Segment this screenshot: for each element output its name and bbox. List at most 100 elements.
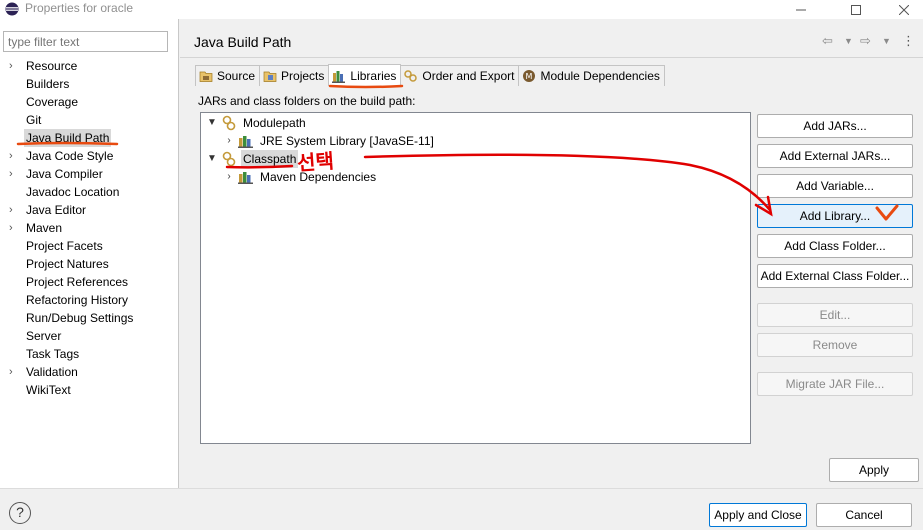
module-icon: M [523,70,536,82]
maximize-icon [851,4,861,15]
nav-item-label: Java Build Path [24,129,112,147]
nav-item[interactable]: Refactoring History [0,291,178,309]
collapsed-arrow-icon[interactable]: › [223,132,235,150]
nav-item-label: Project Facets [26,239,103,253]
window-title: Properties for oracle [25,1,134,15]
nav-item-label: Task Tags [26,347,80,361]
history-nav: ⇦ ▼ ⇨ ▼ ⋮ [822,33,922,51]
nav-item[interactable]: Javadoc Location [0,183,178,201]
tab-order-export[interactable]: Order and Export [400,65,520,86]
nav-item[interactable]: › Java Compiler [0,165,178,183]
nav-item-label: Coverage [26,95,79,109]
nav-item-label: Git [26,113,42,127]
svg-text:M: M [526,72,533,81]
nav-item-label: Java Editor [26,203,87,217]
collapsed-arrow-icon[interactable]: › [223,168,235,186]
tab-order-export-label: Order and Export [422,69,515,83]
library-icon [238,172,253,184]
preferences-nav-panel: › Resource Builders Coverage Git Java Build P… [0,19,179,488]
nav-item-label: Validation [26,365,78,379]
maximize-button[interactable] [839,0,873,19]
nav-item[interactable]: Java Build Path [0,129,178,147]
build-path-instructions: JARs and class folders on the build path… [198,94,416,108]
collapsed-arrow-icon[interactable]: › [9,147,13,165]
cancel-button[interactable]: Cancel [816,503,912,527]
module-path-icon [222,115,236,131]
view-menu-icon[interactable]: ⋮ [902,33,915,49]
tab-projects-label: Projects [281,69,325,83]
add-external-class-folder-button[interactable]: Add External Class Folder... [757,264,913,288]
nav-item[interactable]: Server [0,327,178,345]
nav-item-label: Project Natures [26,257,109,271]
tab-libraries[interactable]: Libraries [328,64,402,86]
tree-row-modulepath[interactable]: ▼ Modulepath [206,114,308,132]
nav-tree: › Resource Builders Coverage Git Java Build P… [0,57,178,399]
remove-button[interactable]: Remove [757,333,913,357]
collapsed-arrow-icon[interactable]: › [9,57,13,75]
nav-item-label: Maven [26,221,63,235]
forward-arrow-icon[interactable]: ⇨ [860,33,871,49]
nav-item[interactable]: Project Facets [0,237,178,255]
help-icon[interactable]: ? [9,502,31,524]
migrate-jar-button[interactable]: Migrate JAR File... [757,372,913,396]
tab-module-dependencies[interactable]: M Module Dependencies [518,65,665,86]
title-bar: Properties for oracle [0,0,923,19]
collapsed-arrow-icon[interactable]: › [9,219,13,237]
collapsed-arrow-icon[interactable]: › [9,363,13,381]
minimize-button[interactable] [784,0,818,19]
order-export-icon [404,70,418,82]
nav-item[interactable]: › Validation [0,363,178,381]
libraries-icon [332,70,346,83]
close-button[interactable] [887,0,921,19]
nav-item[interactable]: Run/Debug Settings [0,309,178,327]
nav-item[interactable]: › Maven [0,219,178,237]
apply-and-close-button[interactable]: Apply and Close [709,503,807,527]
projects-icon [263,71,277,82]
nav-item-label: Java Compiler [26,167,103,181]
nav-item[interactable]: › Java Code Style [0,147,178,165]
close-icon [899,4,909,15]
tab-projects[interactable]: Projects [259,65,330,86]
nav-item-label: Resource [26,59,78,73]
nav-item-label: Server [26,329,62,343]
nav-item[interactable]: Coverage [0,93,178,111]
forward-dropdown-icon[interactable]: ▼ [882,36,891,46]
expanded-arrow-icon[interactable]: ▼ [206,114,218,132]
tab-source[interactable]: Source [195,65,261,86]
tree-label-classpath: Classpath [241,150,299,168]
edit-button[interactable]: Edit... [757,303,913,327]
apply-button[interactable]: Apply [829,458,919,482]
back-dropdown-icon[interactable]: ▼ [844,36,853,46]
tab-source-label: Source [217,69,256,83]
nav-item-label: Java Code Style [26,149,114,163]
collapsed-arrow-icon[interactable]: › [9,165,13,183]
nav-item[interactable]: Project References [0,273,178,291]
tree-label-modulepath: Modulepath [243,116,306,130]
header-divider [180,57,923,58]
collapsed-arrow-icon[interactable]: › [9,201,13,219]
add-external-jars-button[interactable]: Add External JARs... [757,144,913,168]
tab-module-dependencies-label: Module Dependencies [540,69,660,83]
nav-item-label: Project References [26,275,129,289]
tree-row-classpath[interactable]: ▼ Classpath [206,150,299,168]
build-path-page: Java Build Path ⇦ ▼ ⇨ ▼ ⋮ Source Project… [180,19,923,488]
tab-bar: Source Projects Libraries Order and Expo… [195,64,665,86]
nav-item[interactable]: › Java Editor [0,201,178,219]
add-jars-button[interactable]: Add JARs... [757,114,913,138]
back-arrow-icon[interactable]: ⇦ [822,33,833,49]
nav-item[interactable]: › Resource [0,57,178,75]
nav-item[interactable]: Builders [0,75,178,93]
nav-item[interactable]: WikiText [0,381,178,399]
add-class-folder-button[interactable]: Add Class Folder... [757,234,913,258]
add-variable-button[interactable]: Add Variable... [757,174,913,198]
add-library-button[interactable]: Add Library... [757,204,913,228]
eclipse-icon [5,2,19,16]
expanded-arrow-icon[interactable]: ▼ [206,150,218,168]
nav-item[interactable]: Task Tags [0,345,178,363]
nav-item[interactable]: Project Natures [0,255,178,273]
build-path-tree[interactable]: ▼ Modulepath › JRE System Library [JavaS… [200,112,751,444]
source-folder-icon [199,71,213,82]
annotation-text: 선택 [296,148,335,176]
nav-item[interactable]: Git [0,111,178,129]
filter-input[interactable] [3,31,168,52]
